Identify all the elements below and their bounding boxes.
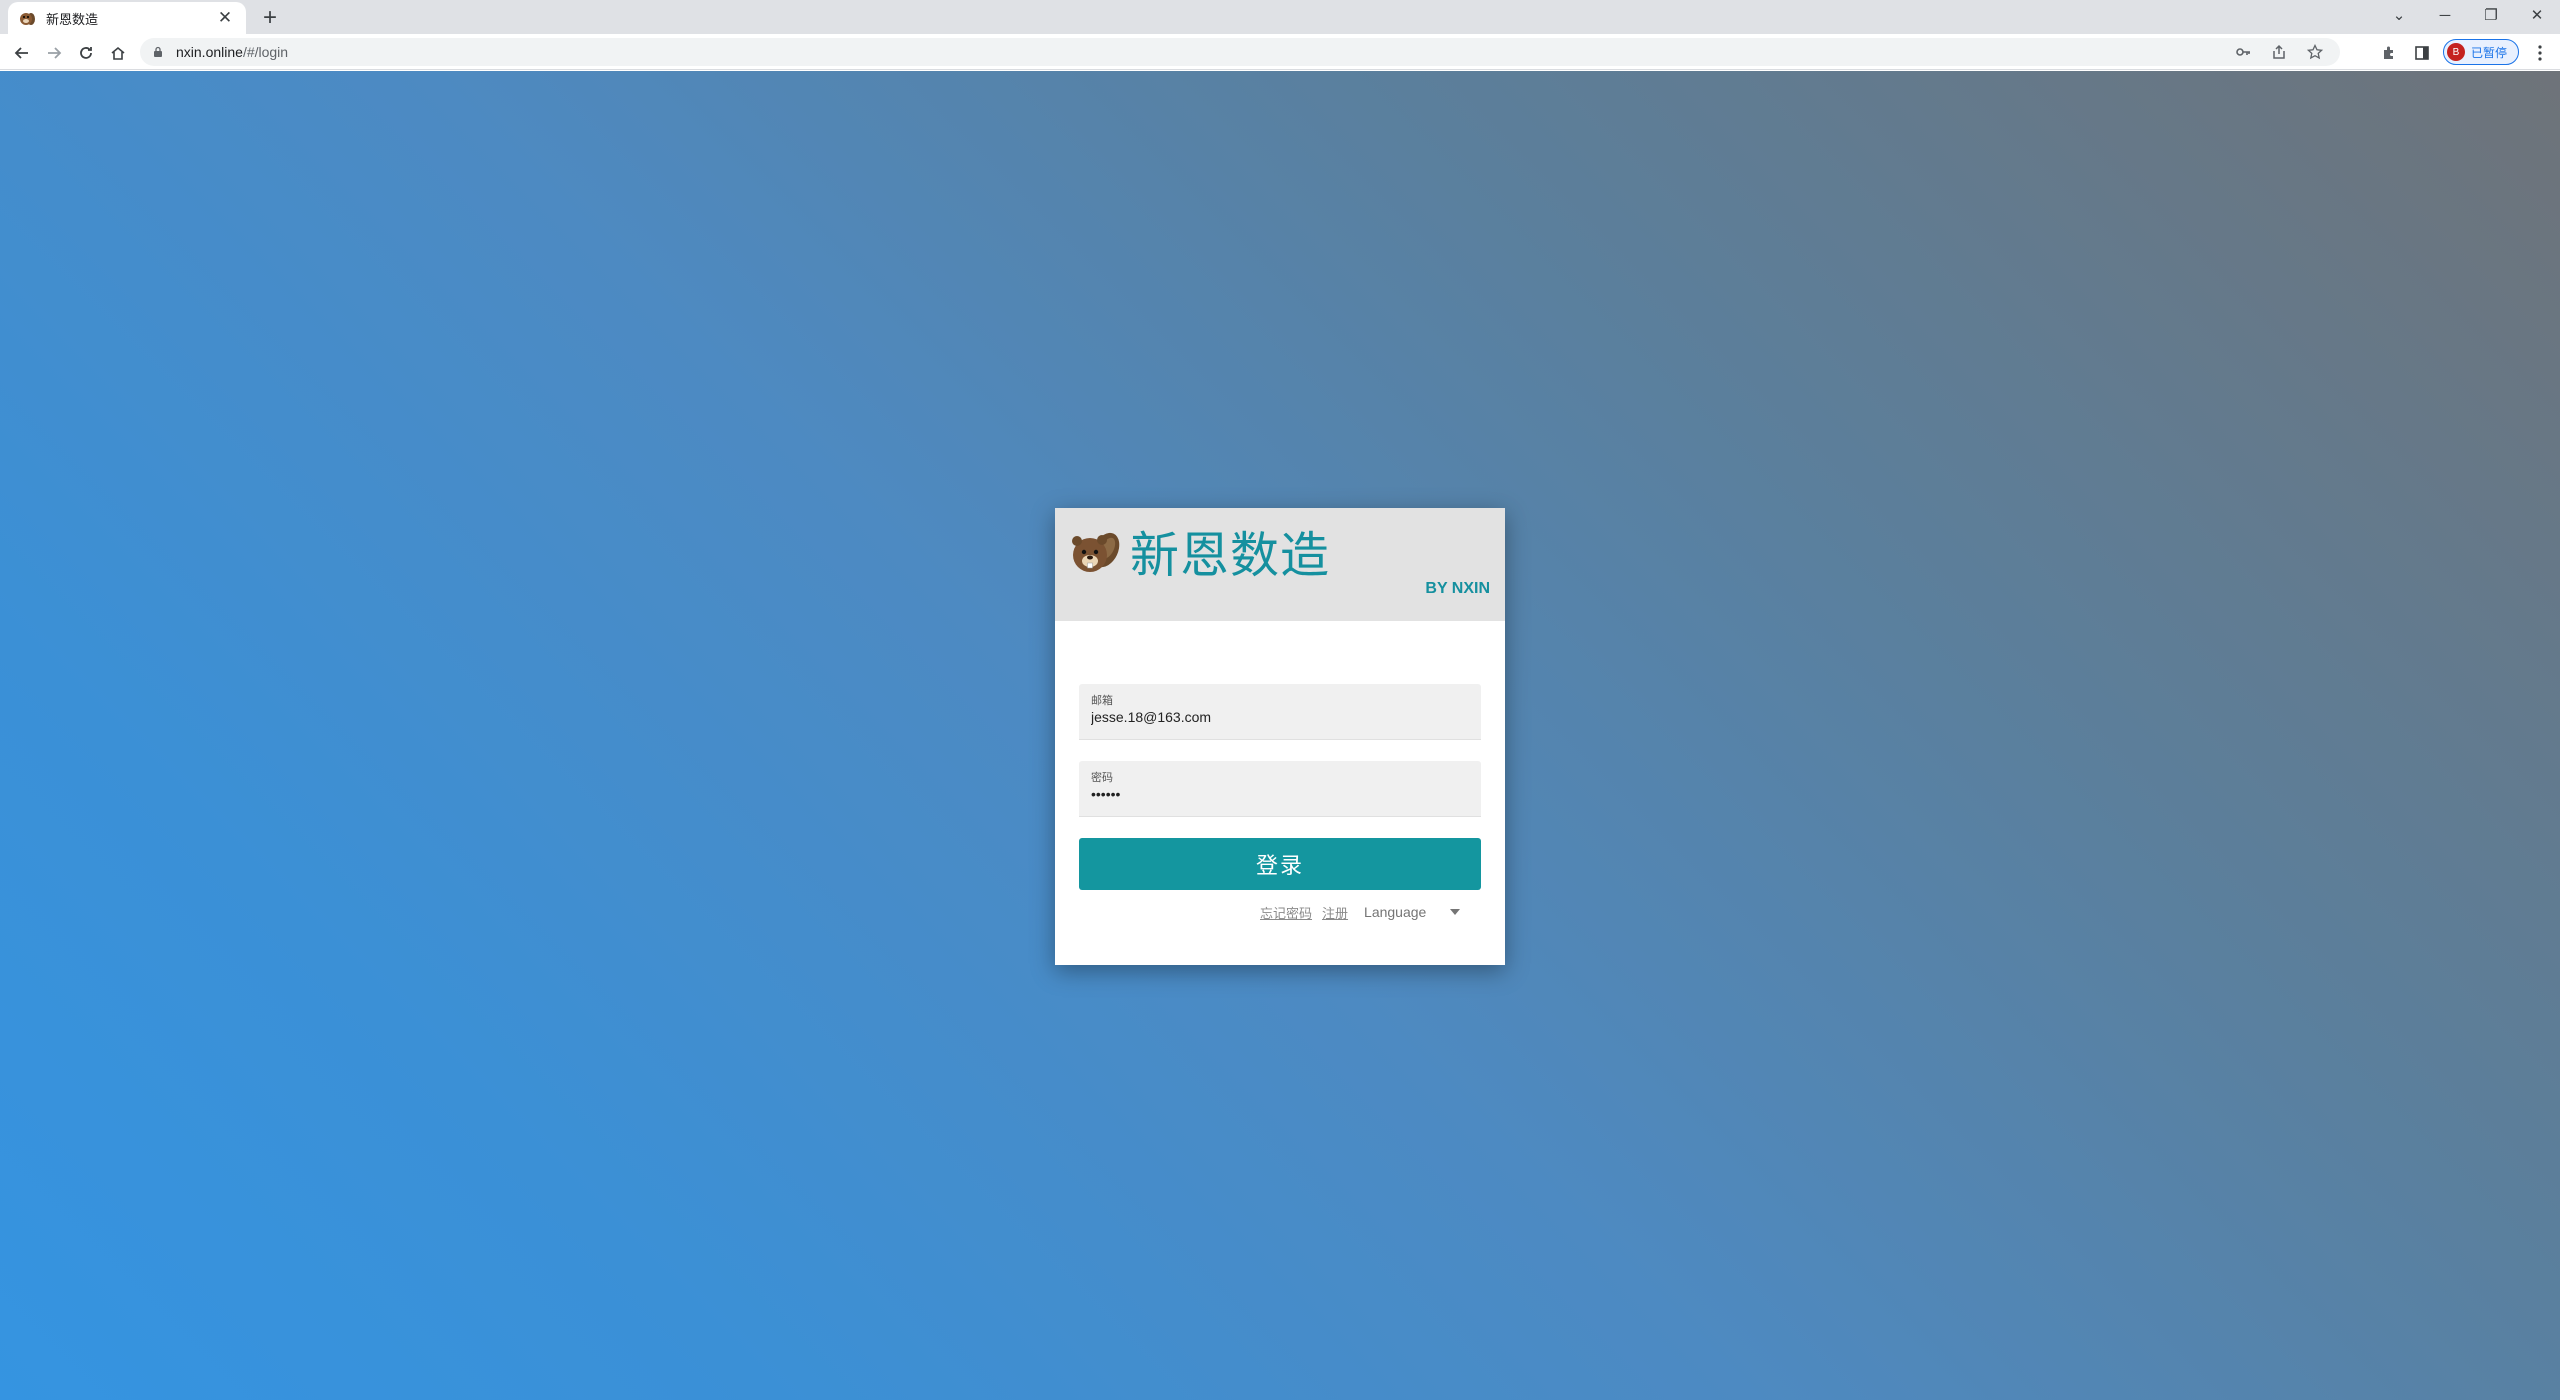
login-links: 忘记密码 注册 Language (1260, 901, 1461, 923)
restore-button[interactable]: ❐ (2468, 0, 2514, 30)
browser-toolbar: nxin.online/#/login B 已暂停 (0, 34, 2560, 70)
puzzle-icon (2384, 46, 2393, 59)
brand-byline: BY NXIN (1425, 580, 1490, 597)
beaver-favicon-icon (20, 13, 35, 25)
profile-status-label: 已暂停 (2471, 45, 2508, 60)
url-text: nxin.online/#/login (176, 44, 288, 60)
home-icon (111, 46, 125, 60)
back-button[interactable] (9, 40, 35, 66)
reload-button[interactable] (73, 40, 99, 66)
profile-button[interactable]: B 已暂停 (2443, 39, 2519, 65)
home-button[interactable] (105, 40, 131, 66)
reload-icon (80, 47, 92, 59)
back-arrow-icon (14, 47, 28, 59)
window-close-button[interactable]: ✕ (2514, 0, 2560, 30)
forgot-password-link[interactable]: 忘记密码 (1260, 903, 1312, 922)
login-page-background: 新恩数造 BY NXIN 邮箱 密码 •••••• 登录 忘记密码 注册 Lan… (0, 71, 2560, 1400)
new-tab-button[interactable]: + (256, 4, 284, 31)
share-icon[interactable] (2268, 41, 2290, 63)
url-path: /#/login (242, 44, 289, 60)
forward-arrow-icon (48, 47, 62, 59)
login-card-header: 新恩数造 BY NXIN (1055, 508, 1505, 621)
email-label: 邮箱 (1091, 695, 1113, 707)
bookmark-star-icon[interactable] (2304, 41, 2326, 63)
side-panel-icon (2415, 46, 2429, 60)
browser-tab[interactable]: 新恩数造 ✕ (8, 2, 246, 34)
avatar: B (2447, 43, 2465, 61)
more-vert-icon (2538, 45, 2542, 61)
brand-title: 新恩数造 (1130, 527, 1331, 584)
login-button[interactable]: 登录 (1079, 838, 1481, 890)
beaver-logo-icon (1072, 532, 1120, 572)
language-select[interactable]: Language (1364, 904, 1426, 920)
url-host: nxin.online (176, 44, 243, 60)
register-link[interactable]: 注册 (1322, 903, 1348, 922)
chevron-down-icon[interactable] (1450, 909, 1461, 915)
password-key-icon[interactable] (2232, 41, 2254, 63)
tab-title: 新恩数造 (46, 11, 99, 27)
side-panel-button[interactable] (2409, 40, 2435, 66)
tab-search-icon[interactable]: ⌄ (2376, 0, 2422, 30)
minimize-button[interactable]: ─ (2422, 0, 2468, 30)
email-field[interactable]: 邮箱 (1079, 684, 1481, 740)
email-input[interactable] (1091, 709, 1461, 725)
browser-menu-button[interactable] (2530, 42, 2550, 64)
browser-tab-strip: 新恩数造 ✕ + ⌄ ─ ❐ ✕ (0, 0, 2560, 34)
lock-icon (154, 46, 162, 57)
tab-close-icon[interactable]: ✕ (214, 7, 236, 29)
extensions-button[interactable] (2376, 40, 2402, 66)
address-bar[interactable]: nxin.online/#/login (140, 38, 2340, 66)
forward-button[interactable] (41, 40, 67, 66)
password-label: 密码 (1091, 772, 1113, 784)
login-card: 新恩数造 BY NXIN 邮箱 密码 •••••• 登录 忘记密码 注册 Lan… (1055, 508, 1505, 965)
password-field[interactable]: 密码 •••••• (1079, 761, 1481, 817)
omnibox-actions (2232, 41, 2326, 63)
password-input[interactable]: •••••• (1091, 786, 1461, 802)
